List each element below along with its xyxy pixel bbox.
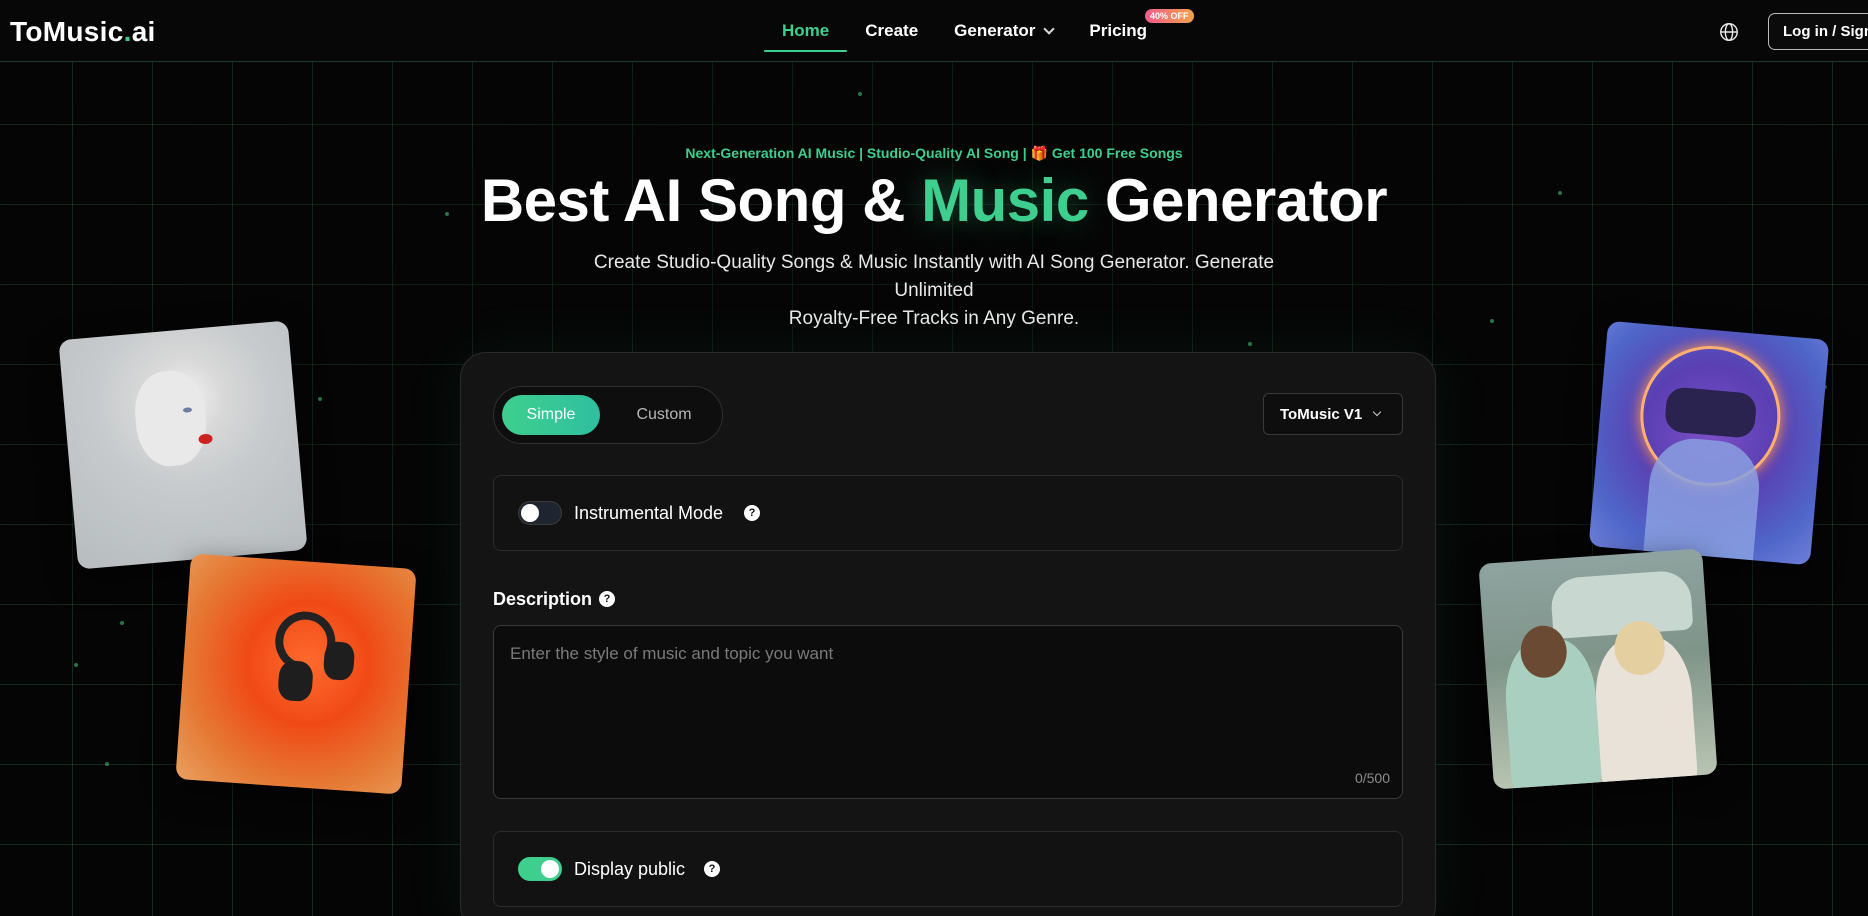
nav-create[interactable]: Create: [847, 0, 936, 62]
star-dot: [858, 92, 862, 96]
lips-shape: [198, 433, 213, 445]
logo-suffix: ai: [131, 16, 156, 47]
display-public-toggle[interactable]: [518, 857, 562, 881]
globe-icon[interactable]: [1718, 21, 1740, 43]
mode-switch: Simple Custom: [493, 386, 723, 444]
star-dot: [74, 663, 78, 667]
display-public-panel: Display public ?: [493, 831, 1403, 907]
music-generator-card: Simple Custom ToMusic V1 Instrumental Mo…: [460, 352, 1436, 916]
title-part-2: Generator: [1088, 167, 1388, 234]
nav-generator-label: Generator: [954, 21, 1036, 40]
description-input[interactable]: [494, 626, 1402, 798]
logo-text: ToMusic: [10, 16, 124, 47]
main-nav: Home Create Generator Pricing: [764, 0, 1165, 62]
artwork-headphones-image: [175, 553, 417, 795]
model-select[interactable]: ToMusic V1: [1263, 393, 1403, 435]
artwork-retro-car-image: [1478, 548, 1718, 790]
nav-home-label: Home: [782, 21, 830, 40]
nav-create-label: Create: [865, 21, 919, 40]
toggle-knob: [521, 504, 539, 522]
description-label: Description: [493, 589, 593, 609]
hero-title: Best AI Song & Music Generator: [0, 166, 1868, 235]
star-dot: [318, 397, 322, 401]
toggle-knob: [541, 860, 559, 878]
question-circle-icon[interactable]: ?: [704, 861, 720, 877]
subtitle-line-1: Create Studio-Quality Songs & Music Inst…: [593, 252, 1275, 301]
instrumental-toggle[interactable]: [518, 501, 562, 525]
title-highlight: Music: [921, 167, 1089, 234]
hero-subtitle: Create Studio-Quality Songs & Music Inst…: [554, 249, 1314, 333]
login-signup-button[interactable]: Log in / Sign Up: [1768, 13, 1868, 50]
subtitle-line-2: Royalty-Free Tracks in Any Genre.: [788, 308, 1080, 329]
logo[interactable]: ToMusic.ai: [10, 16, 156, 48]
description-box: 0/500: [493, 625, 1403, 799]
star-dot: [1490, 319, 1494, 323]
nav-generator[interactable]: Generator: [936, 0, 1071, 62]
face-shape: [131, 368, 210, 469]
figure-body: [1643, 435, 1764, 565]
top-navbar: ToMusic.ai Home Create Generator Pricing…: [0, 0, 1868, 62]
instrumental-mode-panel: Instrumental Mode ?: [493, 475, 1403, 551]
headphone-cup: [277, 659, 314, 703]
discount-badge: 40% OFF: [1145, 9, 1194, 23]
chevron-down-icon: [1373, 407, 1382, 416]
artwork-pale-face-image: [58, 320, 308, 570]
artwork-vr-halo-image: [1588, 320, 1830, 566]
nav-home[interactable]: Home: [764, 0, 848, 62]
mode-custom-button[interactable]: Custom: [618, 395, 710, 435]
title-part-1: Best AI Song &: [480, 167, 922, 234]
hero-tagline: Next-Generation AI Music | Studio-Qualit…: [685, 145, 1183, 161]
star-dot: [105, 762, 109, 766]
nav-pricing-label: Pricing: [1089, 21, 1148, 40]
logo-dot: .: [123, 16, 132, 47]
chevron-down-icon: [1043, 22, 1056, 35]
display-public-label: Display public: [574, 858, 686, 879]
model-select-value: ToMusic V1: [1280, 405, 1363, 423]
question-circle-icon[interactable]: ?: [744, 505, 760, 521]
question-circle-icon[interactable]: ?: [599, 591, 615, 607]
vr-visor: [1663, 386, 1758, 439]
headphone-cup: [322, 640, 356, 681]
character-counter: 0/500: [1354, 770, 1390, 786]
star-dot: [120, 621, 124, 625]
instrumental-label: Instrumental Mode: [574, 502, 724, 523]
star-dot: [1248, 342, 1252, 346]
mode-simple-button[interactable]: Simple: [502, 395, 600, 435]
